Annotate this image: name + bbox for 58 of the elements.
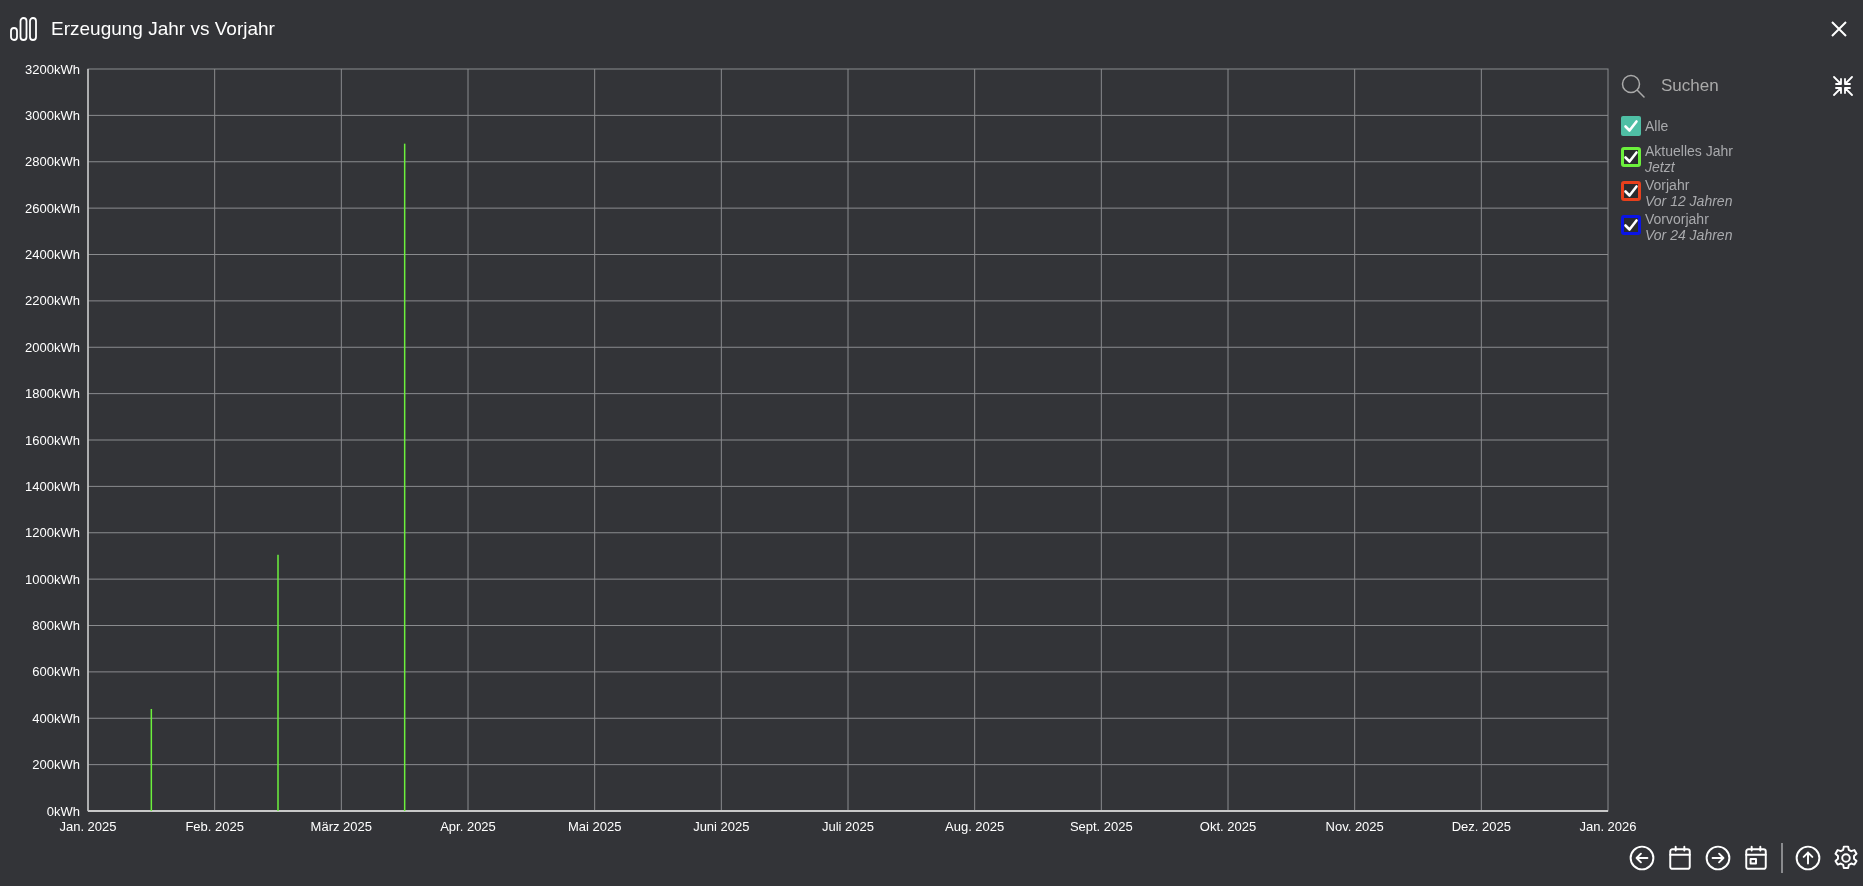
checkbox[interactable] xyxy=(1621,215,1641,235)
calendar-icon xyxy=(1667,845,1693,871)
legend-label: Alle xyxy=(1645,118,1669,134)
y-axis-label: 1000kWh xyxy=(25,571,80,587)
arrow-left-icon xyxy=(1629,845,1655,871)
back-button[interactable] xyxy=(1629,845,1655,871)
legend-sublabel: Vor 24 Jahren xyxy=(1645,227,1733,243)
y-axis-label: 2400kWh xyxy=(25,247,80,262)
y-axis-label: 2000kWh xyxy=(25,339,80,355)
legend-sublabel: Jetzt xyxy=(1645,159,1676,175)
legend-label: Vorjahr xyxy=(1645,177,1691,193)
legend-sublabel: Vor 12 Jahren xyxy=(1645,193,1733,209)
settings-icon xyxy=(1833,845,1859,871)
collapse-button[interactable] xyxy=(1833,76,1853,96)
x-axis-label: Sept. 2025 xyxy=(1069,819,1133,834)
calendar-icon xyxy=(1743,845,1769,871)
x-axis-label: Okt. 2025 xyxy=(1199,819,1257,834)
y-axis-label: 3000kWh xyxy=(25,107,80,123)
settings-button[interactable] xyxy=(1833,845,1859,871)
y-axis-label: 3200kWh xyxy=(25,61,80,77)
arrow-right-icon xyxy=(1705,845,1731,871)
forward-button[interactable] xyxy=(1705,845,1731,871)
y-axis-label: 2200kWh xyxy=(25,293,80,309)
legend-label: Aktuelles Jahr xyxy=(1645,143,1733,159)
calendar-button[interactable] xyxy=(1667,845,1693,871)
checkbox[interactable] xyxy=(1621,116,1641,136)
today-button[interactable] xyxy=(1743,845,1769,871)
x-axis-label: Dez. 2025 xyxy=(1451,819,1511,834)
x-axis-label: Juli 2025 xyxy=(822,819,874,834)
x-axis-label: Nov. 2025 xyxy=(1325,819,1384,834)
search-field[interactable]: Suchen xyxy=(1661,74,1825,98)
scroll-up-button[interactable] xyxy=(1795,845,1821,871)
x-axis-label: Aug. 2025 xyxy=(945,819,1005,834)
window-title: Erzeugung Jahr vs Vorjahr xyxy=(51,18,276,40)
x-axis-label: Juni 2025 xyxy=(693,819,750,834)
y-axis-label: 1600kWh xyxy=(25,432,80,448)
y-axis-label: 1800kWh xyxy=(25,386,80,402)
x-axis-label: Jan. 2026 xyxy=(1579,819,1637,834)
x-axis-label: Feb. 2025 xyxy=(185,819,244,834)
arrow-up-icon xyxy=(1795,845,1821,871)
y-axis-label: 1400kWh xyxy=(25,478,80,494)
bar-chart-icon xyxy=(10,17,37,41)
y-axis-label: 2600kWh xyxy=(25,200,80,216)
y-axis-label: 600kWh xyxy=(32,664,80,680)
x-axis-label: Apr. 2025 xyxy=(440,819,496,834)
y-axis-label: 200kWh xyxy=(32,757,80,773)
y-axis-label: 400kWh xyxy=(32,710,80,726)
x-axis-label: Jan. 2025 xyxy=(59,819,117,834)
x-axis-label: März 2025 xyxy=(310,819,373,834)
y-axis-label: 800kWh xyxy=(32,618,80,633)
checkbox[interactable] xyxy=(1621,181,1641,201)
y-axis-label: 2800kWh xyxy=(25,154,80,170)
y-axis-label: 0kWh xyxy=(46,803,80,819)
y-axis-label: 1200kWh xyxy=(25,525,80,541)
collapse-icon xyxy=(1833,76,1853,96)
search-icon xyxy=(1621,74,1645,98)
x-axis-label: Mai 2025 xyxy=(567,819,622,834)
legend-label: Vorvorjahr xyxy=(1645,211,1710,227)
